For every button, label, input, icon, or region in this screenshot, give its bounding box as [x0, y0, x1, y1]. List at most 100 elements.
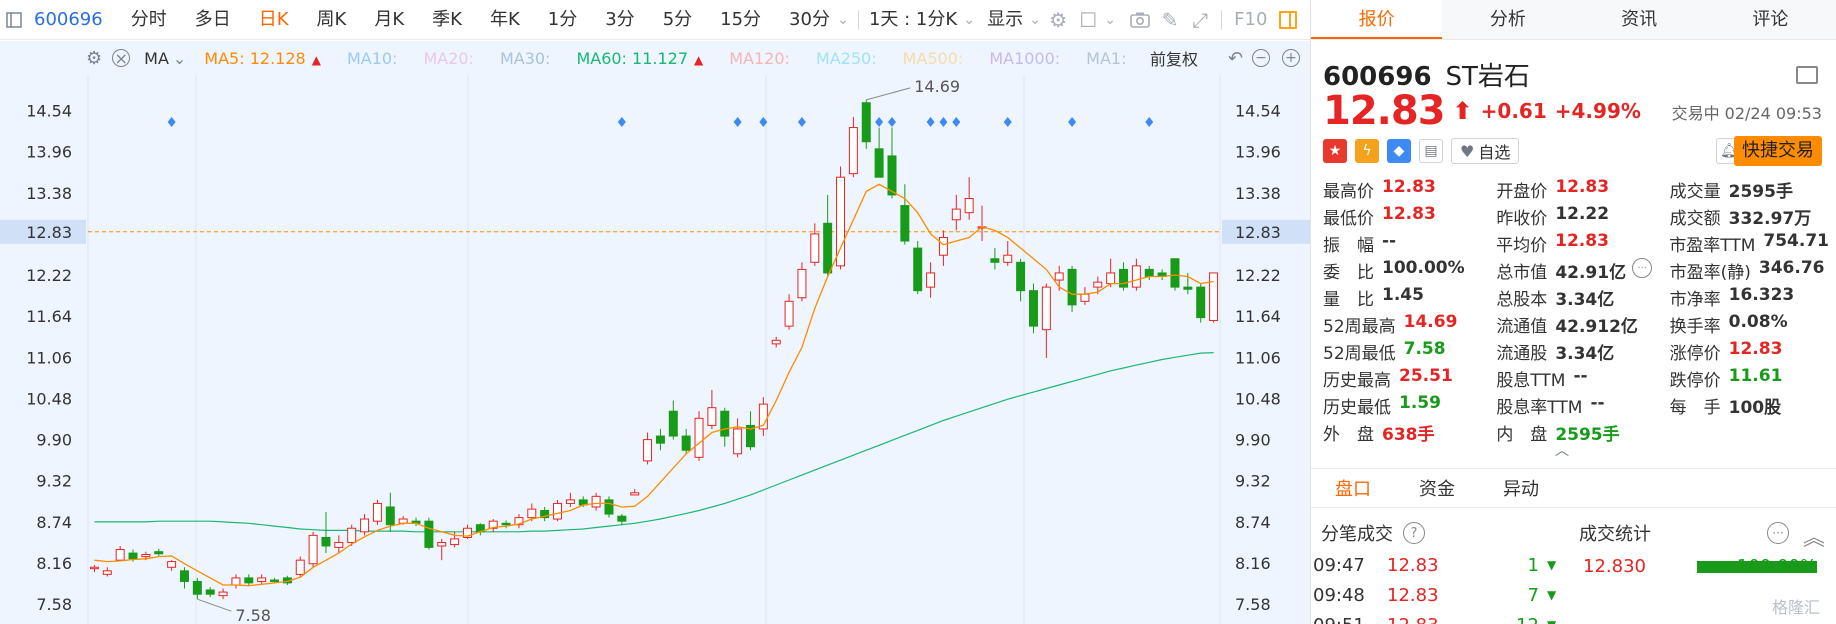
candle-body	[205, 589, 215, 595]
stat-value: 12.22	[1555, 204, 1610, 224]
fullscreen-icon[interactable]: ⤢	[1185, 0, 1215, 40]
more-icon[interactable]: ···	[1632, 258, 1653, 278]
stat-cell: 平均价 12.83	[1496, 231, 1669, 256]
ma-item-ma1000[interactable]: MA1000:	[989, 49, 1060, 68]
kline-chart[interactable]: 14.54 14.54 13.96 13.96 13.38 13.38 12.83 12.83…	[0, 41, 1310, 624]
period-1min[interactable]: 1分	[534, 0, 591, 40]
panel-tabs: 报价 分析 资讯 评论	[1311, 0, 1836, 40]
period-30min[interactable]: 30分	[775, 0, 834, 40]
stat-label: 流通股	[1496, 344, 1548, 364]
square-icon[interactable]: ☐	[1073, 0, 1103, 40]
tab-zijin[interactable]: 资金	[1395, 475, 1479, 501]
lightning-icon[interactable]: ϟ	[1355, 139, 1379, 163]
chevron-up-icon[interactable]: ︿	[1555, 440, 1569, 460]
stat-cell: 最低价 12.83	[1323, 204, 1496, 229]
tag-icon[interactable]: ◆	[1387, 139, 1411, 163]
help-icon[interactable]: ?	[1403, 522, 1425, 544]
period-5min[interactable]: 5分	[649, 0, 706, 40]
candle-body	[900, 205, 910, 242]
candle-body	[231, 577, 241, 586]
f10-button[interactable]: F10	[1228, 0, 1273, 40]
period-15min[interactable]: 15分	[706, 0, 775, 40]
period-fenshi[interactable]: 分时	[117, 0, 181, 40]
china-flag-icon[interactable]: ★	[1323, 139, 1347, 163]
stat-value: 0.08%	[1728, 312, 1788, 332]
ma-item-ma10[interactable]: MA10:	[347, 49, 398, 68]
period-quarterly-k[interactable]: 季K	[418, 0, 476, 40]
period-monthly-k[interactable]: 月K	[360, 0, 418, 40]
ma-indicator-bar: ⚙ × MA ⌄ MA5: 12.128 ▲ MA10: MA20: MA30: MA60…	[0, 41, 1310, 75]
timeframe-select[interactable]: 1天 : 1分K	[865, 0, 961, 40]
ma-item-ma60[interactable]: MA60: 11.127 ▲	[576, 49, 703, 68]
candle-body	[1131, 265, 1141, 288]
more-icon[interactable]: ···	[1767, 522, 1789, 544]
ma-item-ma120[interactable]: MA120:	[729, 49, 790, 68]
chevron-down-icon[interactable]: ⌄	[1103, 0, 1117, 40]
stats-row: 最高价 12.83 开盘价 12.83 成交量 2595手	[1323, 176, 1829, 203]
cj-title: 成交统计	[1579, 524, 1651, 545]
pen-icon[interactable]: ✎	[1155, 0, 1185, 40]
collapse-icon[interactable]: ︽	[1803, 520, 1825, 552]
watchlist-label: 自选	[1478, 143, 1511, 162]
period-weekly-k[interactable]: 周K	[303, 0, 361, 40]
chevron-down-icon[interactable]: ⌄	[173, 49, 186, 68]
settings-icon[interactable]: ⚙	[86, 48, 102, 69]
stat-label: 流通值	[1496, 317, 1548, 337]
tab-analysis[interactable]: 分析	[1442, 0, 1573, 39]
trading-status: 交易中 02/24 09:53	[1671, 104, 1822, 123]
kline-chart-area[interactable]: 14.54 14.54 13.96 13.96 13.38 13.38 12.83 12.83…	[0, 41, 1310, 624]
tab-pankou[interactable]: 盘口	[1311, 475, 1395, 501]
period-3min[interactable]: 3分	[591, 0, 648, 40]
stat-cell: 52周最低 7.58	[1323, 339, 1496, 364]
candle-body	[334, 541, 344, 548]
ma-item-ma5[interactable]: MA5: 12.128 ▲	[204, 49, 321, 68]
candle-body	[913, 247, 923, 292]
tab-news[interactable]: 资讯	[1574, 0, 1705, 39]
candle-body	[617, 515, 627, 522]
period-daily-k[interactable]: 日K	[245, 0, 303, 40]
candle-body	[89, 566, 99, 570]
watchlist-button[interactable]: ♥ 自选	[1451, 138, 1520, 164]
ma-item-ma30[interactable]: MA30:	[500, 49, 551, 68]
document-icon[interactable]: ▤	[1419, 139, 1443, 163]
ma-selector[interactable]: MA	[144, 49, 169, 68]
ma-separator: :	[545, 48, 551, 68]
candle-body	[192, 580, 202, 595]
undo-icon[interactable]: ↶	[1228, 48, 1243, 69]
trade-time: 09:51	[1313, 615, 1387, 624]
camera-icon[interactable]	[1125, 0, 1155, 40]
period-duori[interactable]: 多日	[181, 0, 245, 40]
tab-yidong[interactable]: 异动	[1479, 475, 1563, 501]
chevron-down-icon[interactable]: ⌄	[834, 0, 852, 40]
stat-label: 量 比	[1323, 290, 1374, 310]
chevron-down-icon[interactable]: ⌄	[961, 0, 977, 40]
adjust-select[interactable]: 前复权	[1150, 46, 1198, 70]
panel-toggle-icon[interactable]	[1273, 0, 1303, 40]
period-yearly-k[interactable]: 年K	[476, 0, 534, 40]
candle-body	[823, 222, 833, 274]
display-select[interactable]: 显示	[977, 0, 1027, 40]
ma-item-ma250[interactable]: MA250:	[816, 49, 877, 68]
price-change-pct: +4.99%	[1554, 99, 1641, 123]
cj-stat-row: 12.830 100.00%	[1583, 556, 1833, 577]
sidebar-toggle-icon[interactable]	[0, 0, 28, 40]
zoom-out-icon[interactable]: −	[1252, 49, 1270, 67]
gear-icon[interactable]: ⚙	[1043, 0, 1073, 40]
ma-item-ma1[interactable]: MA1:	[1086, 49, 1126, 68]
layout-icon[interactable]	[1796, 66, 1818, 84]
ma-name: MA20	[423, 48, 469, 68]
ma-separator: :	[1121, 48, 1127, 68]
ma-item-ma500[interactable]: MA500:	[903, 49, 964, 68]
tab-quote[interactable]: 报价	[1311, 0, 1443, 39]
ma-name: MA10	[346, 48, 393, 68]
stat-label: 52周最低	[1323, 344, 1396, 364]
close-icon[interactable]: ×	[112, 49, 131, 68]
candle-body	[115, 549, 125, 561]
zoom-in-icon[interactable]: +	[1282, 49, 1300, 67]
ma-item-ma20[interactable]: MA20:	[423, 49, 474, 68]
y-tick-label: 13.38	[1235, 184, 1281, 203]
tab-comments[interactable]: 评论	[1705, 0, 1836, 39]
fenbi-header: 分笔成交 ?	[1321, 520, 1425, 546]
quick-trade-button[interactable]: 快捷交易	[1734, 136, 1822, 166]
chevron-down-icon[interactable]: ⌄	[1027, 0, 1043, 40]
